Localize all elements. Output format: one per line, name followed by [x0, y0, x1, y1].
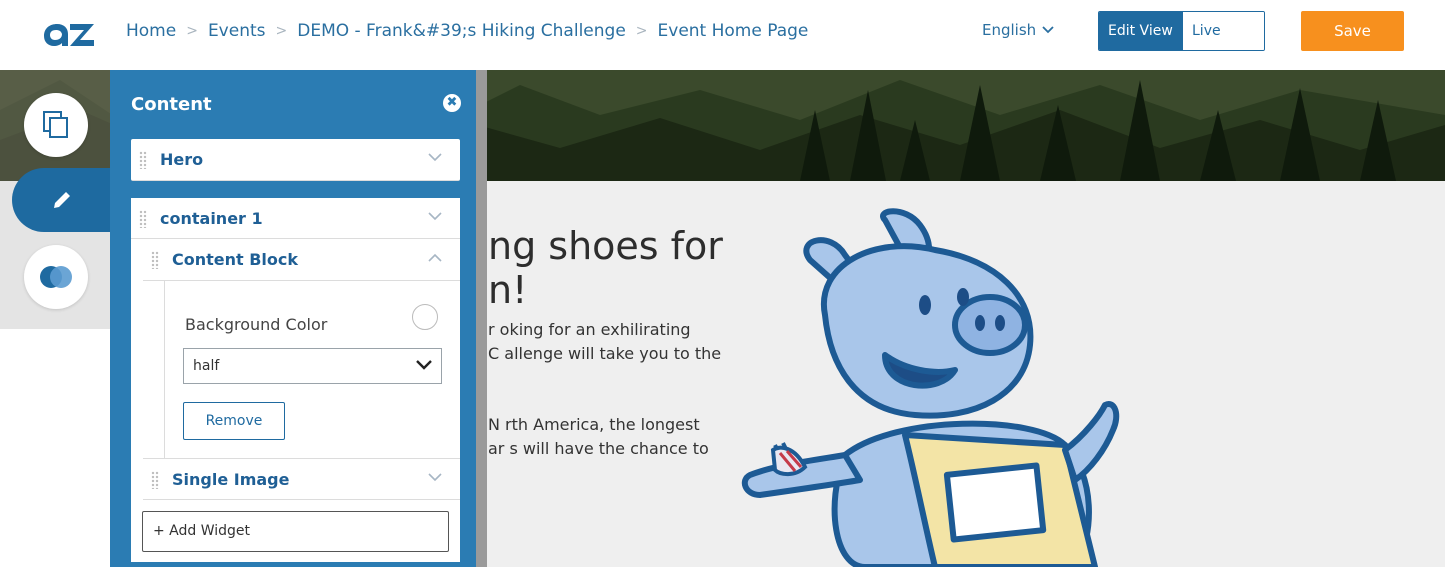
chevron-down-icon	[1042, 26, 1054, 34]
page-headline: ng shoes for	[488, 224, 723, 268]
save-button[interactable]: Save	[1301, 11, 1404, 51]
background-color-label: Background Color	[185, 315, 328, 334]
drag-handle-icon[interactable]	[139, 210, 147, 228]
panel-title: Content	[131, 94, 212, 115]
widget-row-container-1[interactable]: container 1	[131, 198, 460, 239]
breadcrumb-events[interactable]: Events	[208, 21, 266, 41]
language-label: English	[982, 21, 1037, 39]
content-block-divider	[164, 281, 165, 458]
layout-select[interactable]: half	[183, 348, 442, 384]
layout-select-value: half	[193, 358, 220, 374]
widget-row-content-block[interactable]: Content Block	[143, 239, 460, 281]
content-panel: Content ✖ Hero container 1 Content Block…	[110, 70, 487, 567]
page-paragraph: N rth America, the longest	[488, 415, 700, 434]
breadcrumb-separator: >	[275, 23, 288, 39]
drag-handle-icon[interactable]	[151, 471, 159, 489]
language-selector[interactable]: English	[982, 21, 1054, 39]
drag-handle-icon[interactable]	[139, 151, 147, 169]
widget-row-hero[interactable]: Hero	[131, 139, 460, 181]
chevron-up-icon[interactable]	[428, 253, 442, 262]
close-icon[interactable]: ✖	[443, 94, 461, 112]
breadcrumb-current-page[interactable]: Event Home Page	[658, 21, 809, 41]
breadcrumb-separator: >	[186, 23, 198, 39]
widget-label: Hero	[160, 150, 204, 169]
view-toggle: Edit View Live View	[1098, 11, 1265, 51]
remove-button[interactable]: Remove	[183, 402, 285, 440]
widget-label: container 1	[160, 209, 263, 228]
chevron-down-icon	[416, 360, 432, 370]
rail-background-lower	[0, 329, 110, 567]
breadcrumb-event[interactable]: DEMO - Frank&#39;s Hiking Challenge	[297, 21, 626, 41]
color-circles-icon	[40, 266, 72, 288]
chevron-down-icon[interactable]	[428, 153, 442, 162]
top-bar: Home > Events > DEMO - Frank&#39;s Hikin…	[0, 0, 1445, 70]
copy-pages-icon	[43, 111, 68, 138]
panel-scrollbar[interactable]	[476, 70, 487, 567]
page-paragraph: ar s will have the chance to	[488, 439, 709, 458]
page-paragraph: C allenge will take you to the	[488, 344, 722, 363]
add-widget-button[interactable]: + Add Widget	[142, 511, 449, 552]
drag-handle-icon[interactable]	[151, 251, 159, 269]
breadcrumb-home[interactable]: Home	[126, 21, 176, 41]
widget-label: Single Image	[172, 470, 290, 489]
breadcrumb: Home > Events > DEMO - Frank&#39;s Hikin…	[126, 21, 808, 41]
widget-label: Content Block	[172, 250, 299, 269]
page-headline-line2: n!	[488, 268, 528, 312]
chevron-down-icon[interactable]	[428, 212, 442, 221]
page-paragraph: r oking for an exhilirating	[488, 320, 691, 339]
live-view-button[interactable]: Live View	[1183, 12, 1264, 50]
chevron-down-icon[interactable]	[428, 473, 442, 482]
pig-mascot-image	[735, 205, 1135, 567]
theme-button[interactable]	[24, 245, 88, 309]
widget-row-single-image[interactable]: Single Image	[143, 458, 460, 500]
breadcrumb-separator: >	[635, 23, 648, 39]
pencil-icon	[54, 192, 70, 208]
edit-view-button[interactable]: Edit View	[1099, 12, 1183, 50]
pages-button[interactable]	[24, 93, 88, 157]
az-logo[interactable]	[40, 14, 96, 54]
background-color-picker[interactable]	[412, 304, 438, 330]
